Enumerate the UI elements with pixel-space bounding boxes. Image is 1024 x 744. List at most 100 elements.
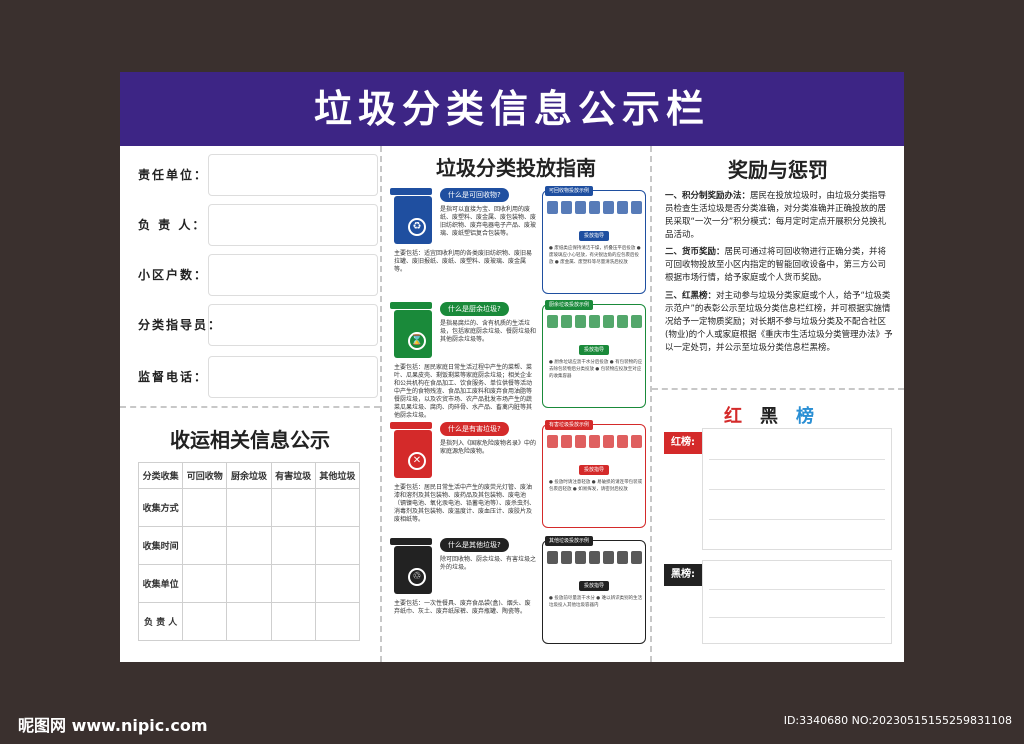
example-icons [547,315,643,329]
guidance-tag: 投放指导 [579,581,610,591]
row-divider [652,388,904,390]
category-pill: 什么是厨余垃圾? [440,302,509,316]
example-item-icon [547,551,558,564]
example-panel: 可回收物投放示例 投放指导 ● 废纸类应保持清洁干燥，折叠压平后投放 ● 废玻璃… [542,186,646,294]
table-cell[interactable] [182,602,228,641]
form-label: 责任单位： [138,168,209,182]
person-in-charge-field[interactable] [208,204,378,246]
notice-board: 垃圾分类信息公示栏 责任单位： 负 责 人： 小区户数： 分类指导员： 监督电话… [120,72,904,662]
bin-symbol-icon: ♲ [408,568,426,586]
table-cell[interactable] [226,564,272,603]
table-cell[interactable] [182,564,228,603]
bin-symbol-icon: ♻ [408,218,426,236]
example-item-icon [589,315,600,328]
example-item-icon [589,435,600,448]
list-line [709,459,885,460]
example-panel-tag: 可回收物投放示例 [545,186,594,196]
reward-item-head: 三、红黑榜： [665,291,717,301]
example-item-icon [617,315,628,328]
bin-lid [390,538,432,545]
table-cell[interactable] [182,526,228,565]
ranking-title: 红黑榜 [652,402,904,428]
reward-item-money: 二、货币奖励：居民可通过将可回收物进行正确分类，并将可回收物投放至小区内指定的智… [665,246,893,285]
example-item-icon [631,315,642,328]
form-label: 小区户数： [138,268,209,282]
example-panel-tag: 其他垃圾投放示例 [545,536,594,546]
guide-card: ✕ 什么是有害垃圾? 是指列入《国家危险废物名录》中的家庭源危险废物。 主要包括… [388,418,650,534]
table-cell[interactable] [270,526,316,565]
table-header-cell: 有害垃圾 [270,462,316,489]
example-item-icon [631,201,642,214]
example-item-icon [603,551,614,564]
table-cell[interactable] [182,488,228,527]
table-row-label: 收集方式 [137,488,184,527]
example-item-icon [547,435,558,448]
guidance-tips: ● 厨余垃圾应沥干水分后投放 ● 有包装物的应去除包装物后分类投放 ● 包装物应… [549,360,643,379]
example-panel: 其他垃圾投放示例 投放指导 ● 投放前尽量沥干水分 ● 难以辨识类别的生活垃圾投… [542,536,646,644]
reward-item-points: 一、积分制奖励办法：居民在投放垃圾时，由垃圾分类指导员检查生活垃圾是否分类准确，… [665,190,893,242]
table-row-label: 负 责 人 [137,602,184,641]
example-item-icon [575,315,586,328]
category-includes: 主要包括：适宜回收利用的各类废旧纺织物、废旧易拉罐、废旧报纸、废纸、废塑料、废玻… [394,250,533,273]
bin-symbol-icon: ✕ [408,452,426,470]
reward-item-head: 一、积分制奖励办法： [665,191,751,201]
guide-title: 垃圾分类投放指南 [436,156,596,180]
example-item-icon [561,551,572,564]
table-cell[interactable] [226,526,272,565]
table-cell[interactable] [314,526,361,565]
example-panel: 厨余垃圾投放示例 投放指导 ● 厨余垃圾应沥干水分后投放 ● 有包装物的应去除包… [542,300,646,408]
category-description: 是指列入《国家危险废物名录》中的家庭源危险废物。 [440,440,537,455]
households-field[interactable] [208,254,378,296]
table-cell[interactable] [314,564,361,603]
table-cell[interactable] [270,564,316,603]
instructor-field[interactable] [208,304,378,346]
guidance-tips: ● 废纸类应保持清洁干燥，折叠压平后投放 ● 废玻璃应小心轻放，有尖锐边角的应包… [549,246,641,265]
example-item-icon [603,201,614,214]
row-divider [120,406,380,408]
example-panel-tag: 厨余垃圾投放示例 [545,300,594,310]
table-cell[interactable] [270,602,316,641]
red-list-board[interactable] [702,428,892,550]
table-cell[interactable] [314,488,361,527]
responsible-unit-field[interactable] [208,154,378,196]
category-description: 是指可以直接为宝、回收利用的废纸、废塑料、废金属、废包装物、废旧纺织物、废弃电器… [440,206,537,237]
category-description: 除可回收物、厨余垃圾、有害垃圾之外的垃圾。 [440,556,537,571]
list-line [709,519,885,520]
ranking-title-red: 红 [724,406,760,427]
bin-lid [390,302,432,309]
ranking-title-black: 黑 [760,406,796,427]
table-header-cell: 分类收集 [137,462,184,489]
collection-title: 收运相关信息公示 [170,428,330,452]
table-row: 收集时间 [137,526,361,565]
form-row-person-in-charge: 负 责 人： [138,202,378,248]
form-row-instructor: 分类指导员： [138,302,378,348]
category-pill: 什么是可回收物? [440,188,509,202]
table-cell[interactable] [270,488,316,527]
table-header-cell: 可回收物 [182,462,228,489]
guidance-tag: 投放指导 [579,231,610,241]
example-item-icon [575,551,586,564]
example-item-icon [547,201,558,214]
black-list-board[interactable] [702,560,892,644]
table-row-label: 收集单位 [137,564,184,603]
table-row-label: 收集时间 [137,526,184,565]
form-row-households: 小区户数： [138,252,378,298]
category-includes: 主要包括：居民家庭日常生活过程中产生的菜帮、菜叶、瓜果皮壳、剩饭剩菜等家庭厨余垃… [394,364,533,419]
guidance-tips: ● 投放前尽量沥干水分 ● 难以辨识类别的生活垃圾投入其他垃圾容器内 [549,596,643,608]
table-cell[interactable] [314,602,361,641]
guidance-tips: ● 投放时请注意轻放 ● 易破损的请连带包装或包裹后轻放 ● 如易挥发，请密封后… [549,480,643,492]
guidance-tag: 投放指导 [579,465,610,475]
black-list-label: 黑榜: [664,564,702,586]
watermark-id: ID:3340680 NO:20230515155259831108 [783,714,1012,727]
example-item-icon [603,315,614,328]
example-panel-tag: 有害垃圾投放示例 [545,420,594,430]
example-item-icon [603,435,614,448]
category-pill: 什么是有害垃圾? [440,422,509,436]
watermark-left: 昵图网 www.nipic.com [18,716,208,735]
trash-bin-icon: ✕ [394,430,432,478]
page-title: 垃圾分类信息公示栏 [120,72,904,146]
phone-field[interactable] [208,356,378,398]
table-cell[interactable] [226,488,272,527]
rewards-title: 奖励与惩罚 [728,158,828,182]
table-cell[interactable] [226,602,272,641]
